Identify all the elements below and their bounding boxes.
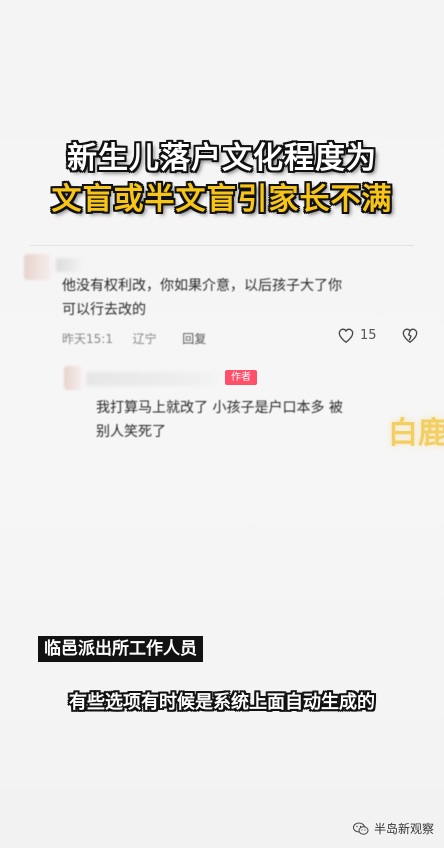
reply-username[interactable] (86, 372, 218, 386)
commenter-avatar[interactable] (24, 254, 52, 280)
comment-meta: 昨天15:1 辽宁 回复 (62, 330, 206, 347)
reply-button[interactable]: 回复 (182, 332, 206, 346)
reply-avatar[interactable] (64, 366, 82, 390)
like-count: 15 (360, 328, 377, 343)
comment-text-line-1: 他没有权利改，你如果介意，以后孩子大了你 (62, 278, 342, 294)
source-name: 半岛新观察 (373, 822, 434, 836)
dislike-button[interactable] (402, 328, 418, 343)
comment-location: 辽宁 (132, 332, 157, 346)
reply-text: 我打算马上就改了 小孩子是户口本多 被 别人笑死了 (96, 396, 436, 444)
comment-text: 他没有权利改，你如果介意，以后孩子大了你 可以行去改的 (62, 274, 422, 322)
wechat-icon (352, 822, 369, 835)
watermark-logo: 白鹿 (388, 416, 444, 451)
reply-text-line-2: 别人笑死了 (96, 424, 166, 440)
speaker-label: 临邑派出所工作人员 (38, 636, 203, 662)
subtitle: 有些选项有时候是系统上面自动生成的 (69, 692, 375, 713)
source-tag: 半岛新观察 (352, 820, 434, 837)
video-frame: 新生儿落户文化程度为 文盲或半文盲引家长不满 他没有权利改，你如果介意，以后孩子… (0, 0, 444, 848)
like-button[interactable]: 15 (338, 328, 377, 343)
broken-heart-icon (402, 328, 418, 343)
author-badge: 作者 (225, 370, 257, 385)
commenter-username[interactable] (56, 258, 82, 272)
heart-icon (338, 328, 354, 343)
headline-line-1: 新生儿落户文化程度为 (67, 141, 377, 176)
comment-time: 昨天15:1 (62, 332, 113, 346)
headline-line-2: 文盲或半文盲引家长不满 (51, 182, 393, 217)
divider (30, 245, 414, 246)
reply-text-line-1: 我打算马上就改了 小孩子是户口本多 被 (96, 400, 343, 416)
comment-text-line-2: 可以行去改的 (62, 302, 146, 318)
